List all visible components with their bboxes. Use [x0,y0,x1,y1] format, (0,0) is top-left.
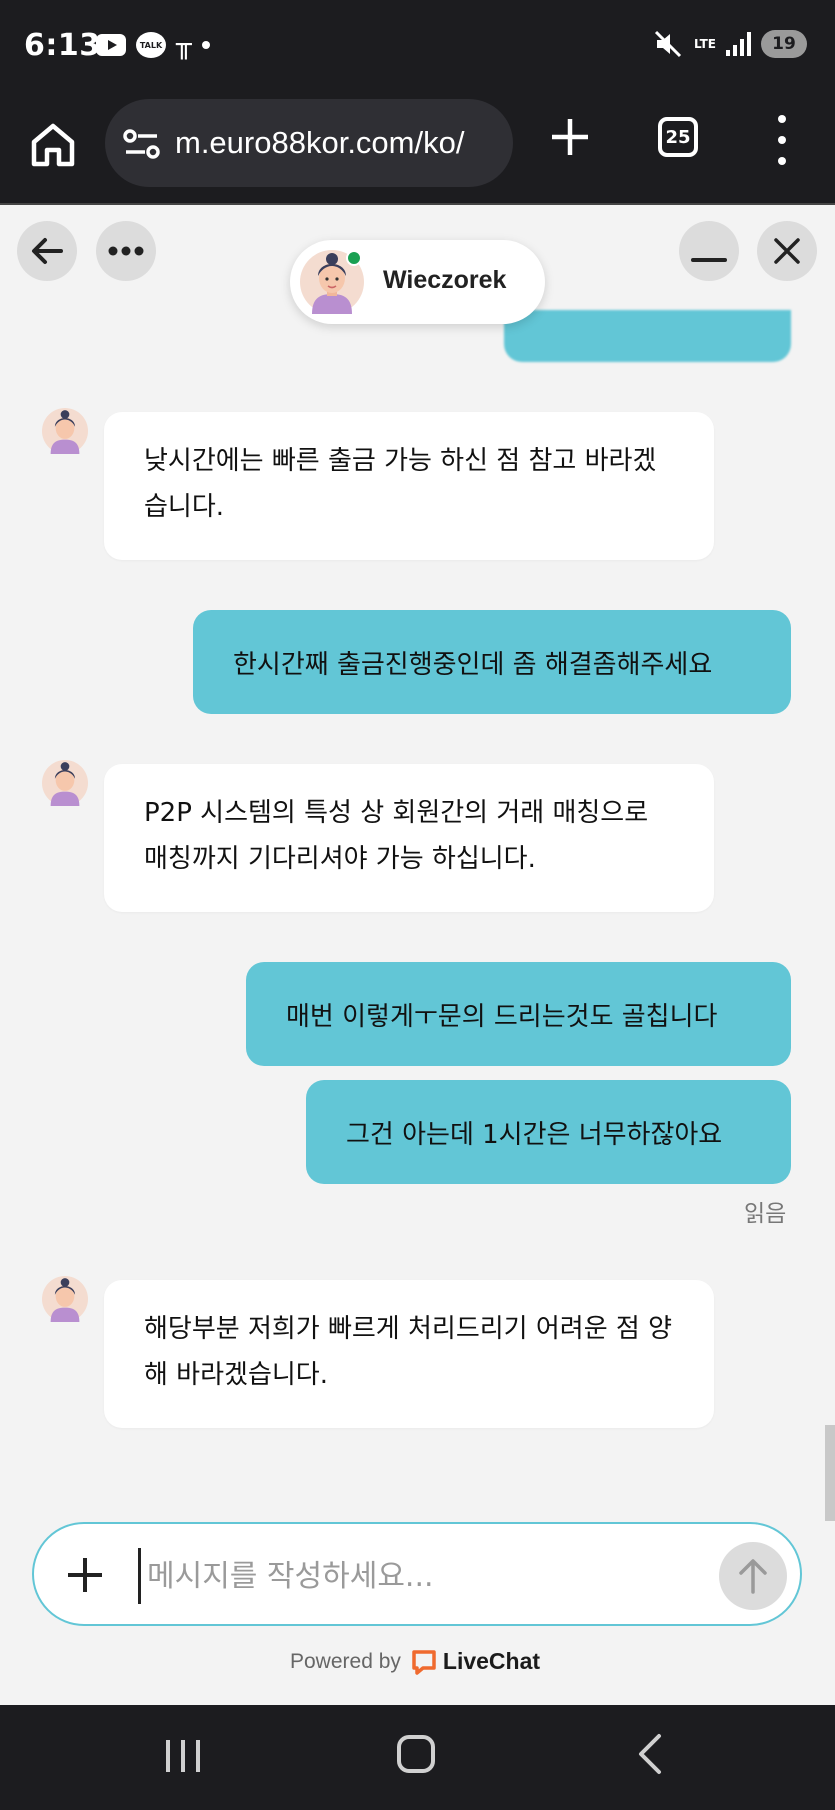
arrow-up-icon [739,1559,767,1594]
attach-plus-icon[interactable] [64,1554,106,1596]
agent-name: Wieczorek [383,266,507,294]
scrollbar-thumb[interactable] [825,1425,835,1521]
address-bar[interactable]: m.euro88kor.com/ko/ [105,99,513,187]
arrow-left-icon [32,238,63,264]
agent-message: P2P 시스템의 특성 상 회원간의 거래 매칭으로 매칭까지 기다리셔야 가능… [104,764,714,912]
livechat-name: LiveChat [442,1648,541,1674]
livechat-logo-icon [412,1649,436,1675]
message-composer [32,1522,802,1626]
close-button[interactable] [757,221,817,281]
notification-icons: TALK ╥ [96,32,210,58]
status-time: 6:13 [24,28,101,63]
agent-message: 해당부분 저희가 빠르게 처리드리기 어려운 점 양해 바라겠습니다. [104,1280,714,1428]
browser-toolbar: m.euro88kor.com/ko/ 25 [0,95,835,205]
signal-icon [726,32,751,56]
tab-switcher-button[interactable]: 25 [658,117,698,157]
user-message: 한시간째 출금진행중인데 좀 해결좀해주세요 [193,610,791,714]
close-icon [774,238,800,264]
network-type: LTE [693,37,716,51]
system-icons: LTE 19 [654,30,807,58]
new-tab-icon[interactable] [548,115,592,159]
youtube-icon [96,34,126,56]
agent-avatar [42,408,88,454]
minimize-button[interactable] [679,221,739,281]
kakaotalk-icon: TALK [136,32,166,58]
battery-indicator: 19 [761,30,807,58]
user-message: 매번 이렇게ㅜ문의 드리는것도 골칩니다 [246,962,791,1066]
powered-by-label: Powered by [290,1649,401,1673]
back-nav-icon[interactable] [635,1733,665,1775]
more-options-button[interactable] [96,221,156,281]
url-text[interactable]: m.euro88kor.com/ko/ [175,125,505,161]
user-message: 그건 아는데 1시간은 너무하잖아요 [306,1080,791,1184]
agent-header: Wieczorek [290,240,545,324]
app-notification-icon: ╥ [176,30,192,60]
powered-by: Powered by LiveChat [290,1648,540,1675]
minimize-icon [691,258,727,262]
online-status-dot [346,250,362,266]
status-bar: 6:13 TALK ╥ LTE 19 [0,0,835,95]
home-icon[interactable] [28,120,78,170]
android-navigation-bar [0,1705,835,1810]
livechat-brand[interactable]: LiveChat [411,1648,540,1675]
previous-user-message [504,310,791,362]
more-notifications-dot-icon [201,41,210,49]
agent-avatar [42,760,88,806]
tune-icon[interactable] [123,129,161,159]
more-vert-icon[interactable] [776,115,788,165]
send-button[interactable] [719,1542,787,1610]
recent-apps-icon[interactable] [166,1740,200,1772]
message-input[interactable] [138,1548,738,1604]
back-button[interactable] [17,221,77,281]
mute-icon [654,30,682,58]
read-receipt: 읽음 [744,1201,787,1227]
home-button-icon[interactable] [397,1735,435,1773]
more-horiz-icon [108,246,144,256]
agent-message: 낮시간에는 빠른 출금 가능 하신 점 참고 바라겠습니다. [104,412,714,560]
agent-avatar [42,1276,88,1322]
